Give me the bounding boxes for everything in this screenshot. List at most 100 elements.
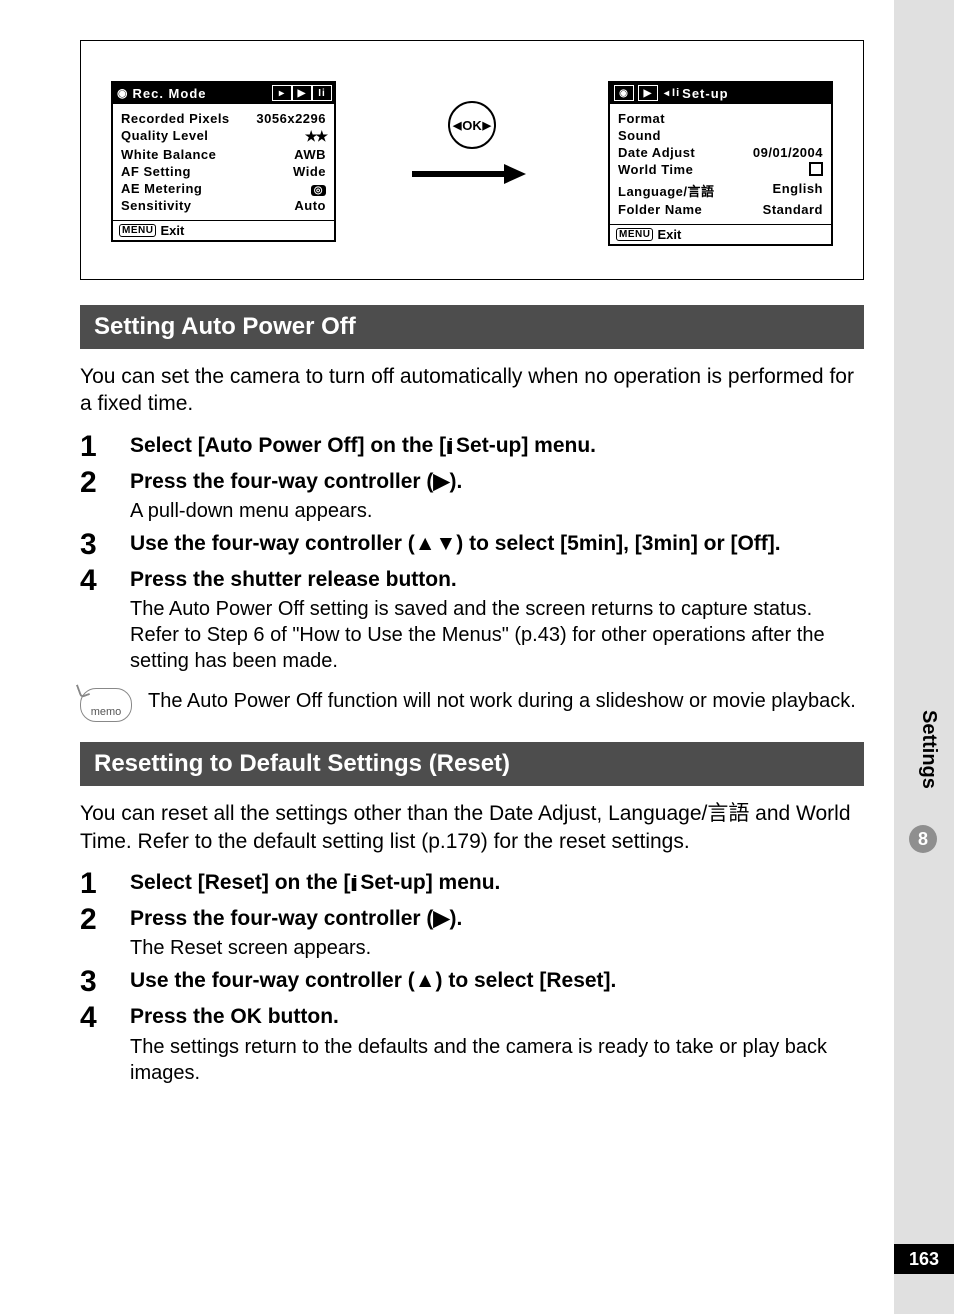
lcd-row-value: English bbox=[773, 181, 823, 200]
section-header-reset: Resetting to Default Settings (Reset) bbox=[80, 742, 864, 786]
triangle-left-icon: ◀ bbox=[453, 119, 461, 132]
lcd-row-value: 3056x2296 bbox=[256, 111, 326, 126]
step-title: Select [Auto Power Off] on the [Iİ Set-u… bbox=[130, 432, 864, 460]
ok-button-icon: ◀ OK ▶ bbox=[448, 101, 496, 149]
section-header-auto-power-off: Setting Auto Power Off bbox=[80, 305, 864, 349]
step-title: Use the four-way controller (▲) to selec… bbox=[130, 967, 864, 995]
step: 2Press the four-way controller (▶).The R… bbox=[80, 905, 864, 961]
step-body: Use the four-way controller (▲) to selec… bbox=[130, 967, 864, 997]
section1-intro: You can set the camera to turn off autom… bbox=[80, 363, 864, 418]
lcd-row: White BalanceAWB bbox=[121, 146, 326, 163]
lcd-row: Recorded Pixels 3056x2296 bbox=[121, 110, 326, 127]
metering-icon: ◎ bbox=[311, 185, 326, 196]
step-title: Press the OK button. bbox=[130, 1003, 864, 1031]
lcd-row: Sound bbox=[618, 127, 823, 144]
tools-icon: Ii bbox=[672, 87, 680, 99]
step-title: Select [Reset] on the [Iİ Set-up] menu. bbox=[130, 869, 864, 897]
lcd-row-label: World Time bbox=[618, 162, 693, 179]
tools-icon: Iİ bbox=[446, 436, 450, 460]
step: 4Press the shutter release button.The Au… bbox=[80, 566, 864, 674]
lcd-row-value: Standard bbox=[763, 202, 823, 217]
step-title: Press the shutter release button. bbox=[130, 566, 864, 594]
triangle-right-icon: ▶ bbox=[483, 119, 491, 132]
tab-play-icon: ▶ bbox=[638, 85, 658, 101]
page-number: 163 bbox=[894, 1244, 954, 1274]
step-number: 1 bbox=[80, 432, 130, 462]
setup-title: Set-up bbox=[682, 86, 728, 101]
tab-tools-icon: Ii bbox=[312, 85, 332, 101]
setup-titlebar: ◉ ▶ ◂ Ii Set-up bbox=[610, 83, 831, 103]
lcd-row: Quality Level ★★ bbox=[121, 127, 326, 146]
lcd-row-label: AF Setting bbox=[121, 164, 191, 179]
tools-icon: Iİ bbox=[351, 873, 355, 897]
tab-camera-icon: ◉ bbox=[614, 85, 634, 101]
step-title: Use the four-way controller (▲▼) to sele… bbox=[130, 530, 864, 558]
rec-mode-screen: ◉ Rec. Mode ▸ ▶ Ii Recorded Pixels 3056x2… bbox=[111, 81, 336, 242]
page-content: ◉ Rec. Mode ▸ ▶ Ii Recorded Pixels 3056x2… bbox=[0, 0, 954, 1132]
lcd-row-label: White Balance bbox=[121, 147, 216, 162]
step-number: 4 bbox=[80, 566, 130, 674]
step-description: A pull-down menu appears. bbox=[130, 498, 864, 524]
step: 2Press the four-way controller (▶).A pul… bbox=[80, 468, 864, 524]
exit-label: Exit bbox=[657, 227, 681, 242]
section2-intro: You can reset all the settings other tha… bbox=[80, 800, 864, 855]
lcd-row-label: Folder Name bbox=[618, 202, 702, 217]
lcd-row-label: Recorded Pixels bbox=[121, 111, 230, 126]
setup-screen: ◉ ▶ ◂ Ii Set-up Format Sound Date Adjust 09… bbox=[608, 81, 833, 246]
step: 1Select [Reset] on the [Iİ Set-up] menu. bbox=[80, 869, 864, 899]
tab-play-icon: ▶ bbox=[292, 85, 312, 101]
step-title: Press the four-way controller (▶). bbox=[130, 905, 864, 933]
step-body: Press the shutter release button.The Aut… bbox=[130, 566, 864, 674]
step: 3Use the four-way controller (▲) to sele… bbox=[80, 967, 864, 997]
step-body: Press the four-way controller (▶).The Re… bbox=[130, 905, 864, 961]
step-number: 2 bbox=[80, 468, 130, 524]
lcd-row-label: AE Metering bbox=[121, 181, 202, 196]
chapter-number-badge: 8 bbox=[909, 825, 937, 853]
menu-badge: MENU bbox=[616, 228, 653, 241]
camera-icon: ◉ bbox=[117, 86, 128, 100]
step-number: 3 bbox=[80, 967, 130, 997]
exit-label: Exit bbox=[160, 223, 184, 238]
step-body: Select [Auto Power Off] on the [Iİ Set-u… bbox=[130, 432, 864, 462]
step-body: Use the four-way controller (▲▼) to sele… bbox=[130, 530, 864, 560]
lcd-row-label: Format bbox=[618, 111, 665, 126]
step-body: Press the four-way controller (▶).A pull… bbox=[130, 468, 864, 524]
lcd-row: Format bbox=[618, 110, 823, 127]
setup-footer: MENU Exit bbox=[610, 224, 831, 244]
lcd-row-value: Auto bbox=[294, 198, 326, 213]
menu-badge: MENU bbox=[119, 224, 156, 237]
sidebar-section-label: Settings bbox=[917, 710, 940, 789]
lcd-row: AE Metering ◎ bbox=[121, 180, 326, 197]
ok-label: OK bbox=[462, 118, 482, 133]
step: 3Use the four-way controller (▲▼) to sel… bbox=[80, 530, 864, 560]
step: 1Select [Auto Power Off] on the [Iİ Set-… bbox=[80, 432, 864, 462]
lcd-row-value: 09/01/2004 bbox=[753, 145, 823, 160]
checkbox-icon bbox=[809, 162, 823, 176]
step: 4Press the OK button. The settings return… bbox=[80, 1003, 864, 1085]
step-description: The settings return to the defaults and … bbox=[130, 1034, 864, 1086]
lcd-row-label: Sensitivity bbox=[121, 198, 192, 213]
big-arrow-icon bbox=[412, 163, 532, 183]
lcd-row: World Time bbox=[618, 161, 823, 180]
lcd-row-label: Date Adjust bbox=[618, 145, 695, 160]
lcd-row-label: Quality Level bbox=[121, 128, 208, 145]
step-number: 2 bbox=[80, 905, 130, 961]
step-number: 4 bbox=[80, 1003, 130, 1085]
step-body: Select [Reset] on the [Iİ Set-up] menu. bbox=[130, 869, 864, 899]
lcd-row-label: Sound bbox=[618, 128, 661, 143]
rec-mode-title: Rec. Mode bbox=[132, 86, 206, 101]
rec-mode-titlebar: ◉ Rec. Mode ▸ ▶ Ii bbox=[113, 83, 334, 103]
figure-box: ◉ Rec. Mode ▸ ▶ Ii Recorded Pixels 3056x2… bbox=[80, 40, 864, 280]
lcd-row: Sensitivity Auto bbox=[121, 197, 326, 214]
step-body: Press the OK button. The settings return … bbox=[130, 1003, 864, 1085]
memo-icon: memo bbox=[80, 688, 132, 722]
lcd-row: Folder Name Standard bbox=[618, 201, 823, 218]
lcd-row-value: ◎ bbox=[311, 181, 326, 196]
sidebar: Settings 8 163 bbox=[894, 0, 954, 1314]
lcd-row-value bbox=[809, 162, 823, 179]
tab-arrow-icon: ▸ bbox=[272, 85, 292, 101]
step-description: The Reset screen appears. bbox=[130, 935, 864, 961]
lcd-row: Language/言語English bbox=[618, 180, 823, 201]
step-number: 3 bbox=[80, 530, 130, 560]
lcd-row-value: ★★ bbox=[305, 128, 326, 145]
